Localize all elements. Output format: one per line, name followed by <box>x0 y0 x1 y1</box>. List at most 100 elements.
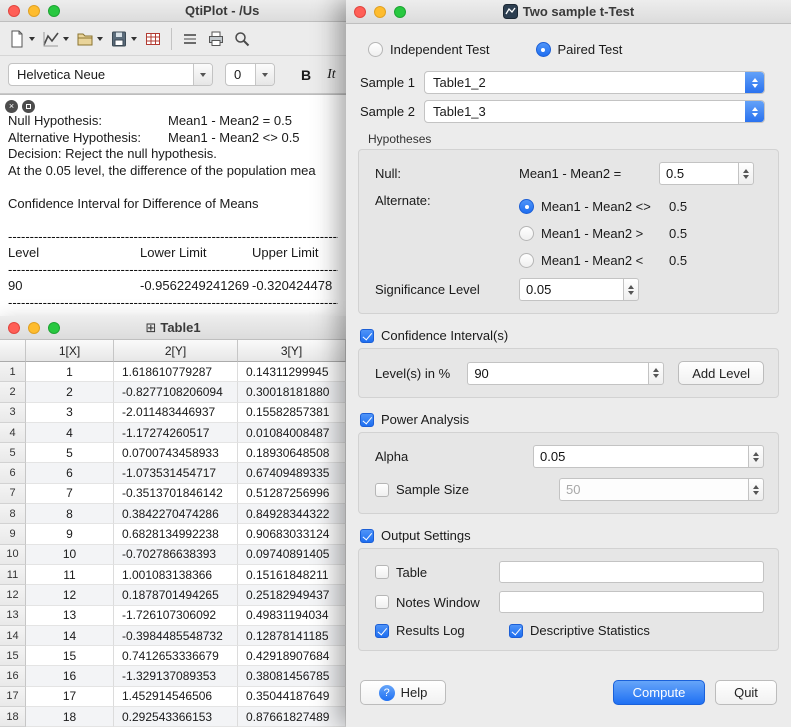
table-cell[interactable]: 18 <box>26 707 114 727</box>
independent-test-radio[interactable]: Independent Test <box>368 42 490 57</box>
duplicate-window-button[interactable] <box>177 27 203 51</box>
bold-button[interactable]: B <box>301 67 311 83</box>
row-number-cell[interactable]: 14 <box>0 626 26 646</box>
sample-size-checkbox[interactable]: Sample Size <box>375 482 559 497</box>
row-number-cell[interactable]: 11 <box>0 565 26 585</box>
table-output-checkbox[interactable]: Table <box>375 565 499 580</box>
stepper-button[interactable] <box>745 101 764 122</box>
table-cell[interactable]: -0.702786638393 <box>114 545 238 565</box>
row-number-cell[interactable]: 16 <box>0 666 26 686</box>
table-cell[interactable]: 17 <box>26 687 114 707</box>
row-number-cell[interactable]: 6 <box>0 463 26 483</box>
row-number-cell[interactable]: 9 <box>0 524 26 544</box>
level-spinner[interactable] <box>467 362 664 385</box>
notes-window-checkbox[interactable]: Notes Window <box>375 595 499 610</box>
table-cell[interactable]: 0.1878701494265 <box>114 585 238 605</box>
italic-button[interactable]: It <box>327 67 336 83</box>
row-number-cell[interactable]: 2 <box>0 382 26 402</box>
alpha-input[interactable] <box>533 445 748 468</box>
save-project-button[interactable] <box>106 27 140 51</box>
table-cell[interactable]: 3 <box>26 403 114 423</box>
table-cell[interactable]: 0.15161848211 <box>238 565 346 585</box>
maximize-window-button[interactable] <box>48 322 60 334</box>
new-graph-button[interactable] <box>38 27 72 51</box>
minimize-window-button[interactable] <box>28 5 40 17</box>
sample-size-input[interactable] <box>559 478 748 501</box>
table-cell[interactable]: 0.7412653336679 <box>114 646 238 666</box>
row-number-cell[interactable]: 10 <box>0 545 26 565</box>
significance-input[interactable] <box>519 278 623 301</box>
row-number-cell[interactable]: 13 <box>0 606 26 626</box>
table-cell[interactable]: 16 <box>26 666 114 686</box>
table-cell[interactable]: 7 <box>26 484 114 504</box>
sample-size-spinner[interactable] <box>559 478 764 501</box>
table-cell[interactable]: 0.01084008487 <box>238 423 346 443</box>
alternate-notequal-radio[interactable]: Mean1 - Mean2 <> 0.5 <box>519 193 764 220</box>
results-log-checkbox[interactable]: Results Log <box>375 623 509 638</box>
table-cell[interactable]: 1.001083138366 <box>114 565 238 585</box>
table-cell[interactable]: 0.14311299945 <box>238 362 346 382</box>
table-cell[interactable]: 6 <box>26 463 114 483</box>
help-button[interactable]: ? Help <box>360 680 446 705</box>
detach-log-icon[interactable] <box>22 100 35 113</box>
table-cell[interactable]: 15 <box>26 646 114 666</box>
table-cell[interactable]: 2 <box>26 382 114 402</box>
new-project-button[interactable] <box>4 27 38 51</box>
table-cell[interactable]: 14 <box>26 626 114 646</box>
descriptive-statistics-checkbox[interactable]: Descriptive Statistics <box>509 623 650 638</box>
dropdown-button[interactable] <box>193 64 212 85</box>
table-cell[interactable]: 0.49831194034 <box>238 606 346 626</box>
row-number-cell[interactable]: 5 <box>0 443 26 463</box>
stepper-button[interactable] <box>648 362 664 385</box>
row-number-cell[interactable]: 8 <box>0 504 26 524</box>
table-name-input[interactable] <box>499 561 764 583</box>
table-cell[interactable]: 0.42918907684 <box>238 646 346 666</box>
row-number-cell[interactable]: 7 <box>0 484 26 504</box>
table-cell[interactable]: 1 <box>26 362 114 382</box>
table-cell[interactable]: -1.17274260517 <box>114 423 238 443</box>
close-window-button[interactable] <box>8 322 20 334</box>
table-cell[interactable]: -1.073531454717 <box>114 463 238 483</box>
import-ascii-button[interactable] <box>140 27 166 51</box>
alternate-greater-radio[interactable]: Mean1 - Mean2 > 0.5 <box>519 220 764 247</box>
null-value-input[interactable] <box>659 162 738 185</box>
row-number-cell[interactable]: 18 <box>0 707 26 727</box>
power-analysis-checkbox[interactable]: Power Analysis <box>360 412 779 427</box>
table-cell[interactable]: 0.30018181880 <box>238 382 346 402</box>
significance-spinner[interactable] <box>519 278 639 301</box>
stepper-button[interactable] <box>745 72 764 93</box>
table-cell[interactable]: 0.292543366153 <box>114 707 238 727</box>
font-size-select[interactable]: 0 <box>225 63 275 86</box>
table-cell[interactable]: 1.452914546506 <box>114 687 238 707</box>
add-level-button[interactable]: Add Level <box>678 361 764 385</box>
table-cell[interactable]: -0.3984485548732 <box>114 626 238 646</box>
table-cell[interactable]: 0.09740891405 <box>238 545 346 565</box>
table-cell[interactable]: -1.329137089353 <box>114 666 238 686</box>
stepper-button[interactable] <box>748 445 764 468</box>
table-cell[interactable]: 0.18930648508 <box>238 443 346 463</box>
close-window-button[interactable] <box>8 5 20 17</box>
table-cell[interactable]: 5 <box>26 443 114 463</box>
table-cell[interactable]: 11 <box>26 565 114 585</box>
table-cell[interactable]: 12 <box>26 585 114 605</box>
column-header[interactable]: 2[Y] <box>114 340 238 362</box>
sample1-select[interactable]: Table1_2 <box>424 71 765 94</box>
table-cell[interactable]: 0.87661827489 <box>238 707 346 727</box>
table-corner-cell[interactable] <box>0 340 26 362</box>
table-cell[interactable]: 4 <box>26 423 114 443</box>
row-number-cell[interactable]: 4 <box>0 423 26 443</box>
table-cell[interactable]: 0.51287256996 <box>238 484 346 504</box>
minimize-window-button[interactable] <box>28 322 40 334</box>
stepper-button[interactable] <box>623 278 639 301</box>
minimize-window-button[interactable] <box>374 6 386 18</box>
table-cell[interactable]: 0.25182949437 <box>238 585 346 605</box>
null-value-spinner[interactable] <box>659 162 754 185</box>
notes-name-input[interactable] <box>499 591 764 613</box>
level-input[interactable] <box>467 362 648 385</box>
table-cell[interactable]: 0.35044187649 <box>238 687 346 707</box>
column-header[interactable]: 1[X] <box>26 340 114 362</box>
close-window-button[interactable] <box>354 6 366 18</box>
maximize-window-button[interactable] <box>48 5 60 17</box>
table-cell[interactable]: 0.38081456785 <box>238 666 346 686</box>
table-cell[interactable]: 0.84928344322 <box>238 504 346 524</box>
